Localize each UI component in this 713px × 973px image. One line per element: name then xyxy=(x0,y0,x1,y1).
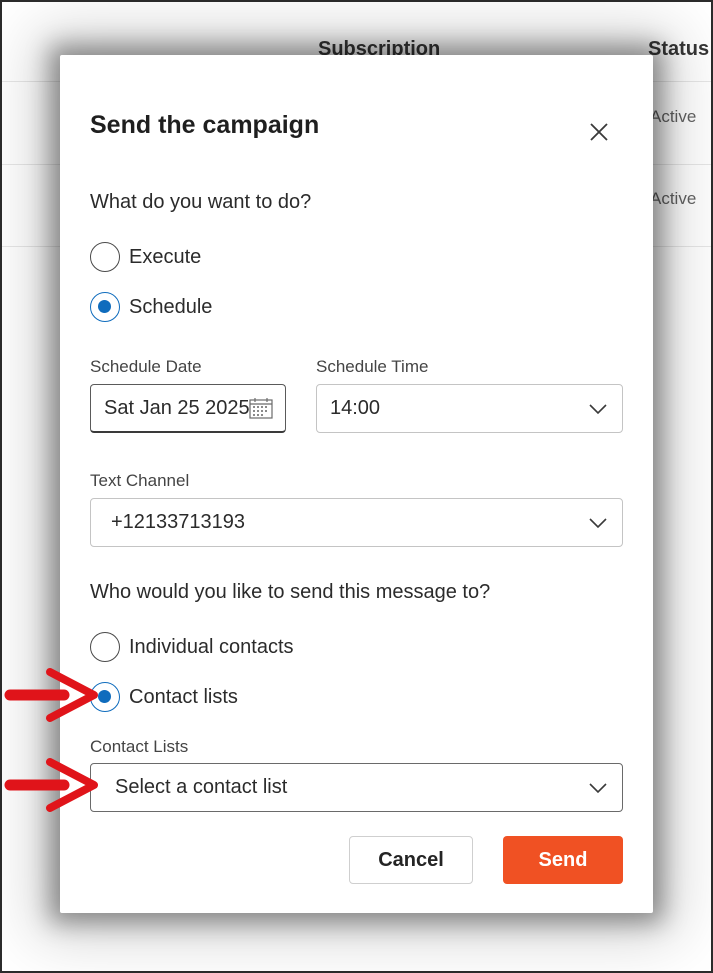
radio-schedule[interactable]: Schedule xyxy=(90,291,212,323)
radio-contact-lists-label: Contact lists xyxy=(129,685,238,708)
radio-individual-contacts-label: Individual contacts xyxy=(129,635,294,658)
text-channel-label: Text Channel xyxy=(90,471,190,490)
radio-execute-label: Execute xyxy=(129,245,202,268)
radio-execute-circle[interactable] xyxy=(90,242,120,272)
contact-list-placeholder: Select a contact list xyxy=(115,776,288,798)
radio-individual-contacts[interactable]: Individual contacts xyxy=(90,631,294,663)
schedule-time-label: Schedule Time xyxy=(316,357,429,376)
text-channel-value: +12133713193 xyxy=(111,511,246,533)
radio-individual-contacts-circle[interactable] xyxy=(90,632,120,662)
calendar-icon[interactable] xyxy=(249,397,273,419)
contact-list-select[interactable]: Select a contact list xyxy=(90,763,623,812)
radio-contact-lists[interactable]: Contact lists xyxy=(90,681,238,713)
chevron-down-icon xyxy=(589,403,607,414)
recipient-question: Who would you like to send this message … xyxy=(90,581,491,603)
close-button[interactable] xyxy=(584,117,614,147)
schedule-time-select[interactable]: 14:00 xyxy=(316,384,623,433)
cancel-button[interactable]: Cancel xyxy=(349,836,473,884)
radio-schedule-circle[interactable] xyxy=(90,292,120,322)
send-campaign-dialog: Send the campaign What do you want to do… xyxy=(60,55,653,913)
send-button[interactable]: Send xyxy=(503,836,623,884)
arrow-right-icon xyxy=(4,758,98,812)
schedule-date-label: Schedule Date xyxy=(90,357,202,376)
close-icon xyxy=(590,123,608,141)
radio-execute[interactable]: Execute xyxy=(90,241,201,273)
action-question: What do you want to do? xyxy=(90,191,312,213)
chevron-down-icon xyxy=(589,782,607,793)
schedule-date-value: Sat Jan 25 2025 xyxy=(104,396,250,419)
text-channel-select[interactable]: +12133713193 xyxy=(90,498,623,547)
schedule-time-value: 14:00 xyxy=(330,397,381,419)
contact-lists-label: Contact Lists xyxy=(90,737,189,756)
schedule-date-field[interactable]: Sat Jan 25 2025 xyxy=(90,384,286,433)
arrow-right-icon xyxy=(4,668,98,722)
dialog-title: Send the campaign xyxy=(90,111,320,139)
radio-schedule-label: Schedule xyxy=(129,295,213,318)
chevron-down-icon xyxy=(589,517,607,528)
